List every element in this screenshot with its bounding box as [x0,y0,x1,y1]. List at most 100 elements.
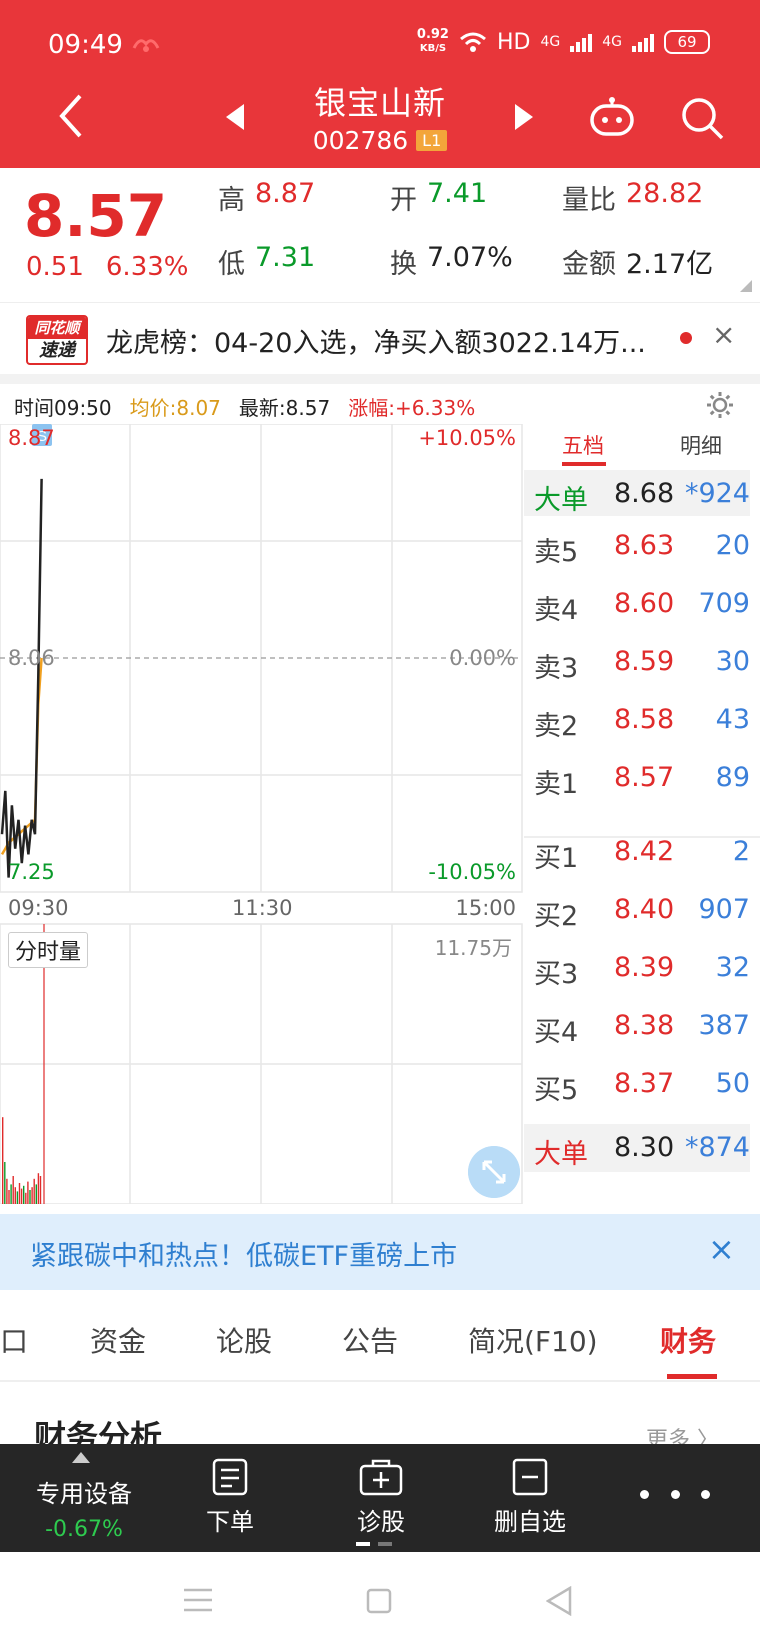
ask-row[interactable]: 卖5 8.63 20 [524,522,750,570]
place-order-button[interactable]: 下单 [190,1444,270,1552]
ask-row[interactable]: 卖4 8.60 709 [524,580,750,628]
next-stock-icon[interactable] [515,104,533,130]
ask-row[interactable]: 卖2 8.58 43 [524,696,750,744]
diagnose-button[interactable]: 诊股 [336,1444,426,1552]
wifi-icon [460,32,486,52]
tab-underline [562,462,606,466]
open-label: 开 [390,185,417,216]
tab-trade-detail[interactable]: 明细 [642,430,760,474]
tab-five-levels[interactable]: 五档 [524,430,642,474]
ask-volume: 43 [715,704,750,735]
big-order-bottom-row[interactable]: 大单 8.30 *874 [524,1124,750,1172]
bottom-toolbar: 专用设备 -0.67% 下单 诊股 删自选 [0,1444,760,1552]
intraday-chart[interactable]: S 8.87 8.06 7.25 +10.05% 0.00% -10.05% 0… [0,424,524,1204]
big-order-volume: *924 [684,478,750,509]
ask-label: 卖4 [534,595,579,626]
change-percent: 6.33% [105,252,189,282]
bid-row[interactable]: 买1 8.42 2 [524,828,750,876]
volume-bar [27,1181,29,1204]
signal-2: 4G [602,34,622,50]
bid-row[interactable]: 买2 8.40 907 [524,886,750,934]
low-label: 低 [218,249,245,280]
high-label: 高 [218,185,245,216]
stock-code: 002786 [312,126,409,155]
tab-finance[interactable]: 财务 [660,1320,716,1360]
tab-announcements[interactable]: 公告 [342,1320,398,1360]
ask-row[interactable]: 卖1 8.57 89 [524,754,750,802]
more-menu-icon[interactable] [640,1484,710,1504]
volume-bar [8,1190,10,1204]
ask-label: 卖1 [534,769,579,800]
volume-bar [12,1176,14,1204]
bid-volume: 387 [698,1010,750,1041]
sector-change: -0.67% [45,1517,123,1542]
volume-bar [16,1191,19,1204]
robot-icon[interactable] [588,96,636,138]
big-order-top-row[interactable]: 大单 8.68 *924 [524,470,750,516]
low-cell: 低 7.31 [218,242,315,281]
bid-row[interactable]: 买4 8.38 387 [524,1002,750,1050]
bid-label: 买3 [534,959,579,990]
menu-icon[interactable] [184,1588,212,1612]
chart-canvas[interactable]: S [0,424,524,1204]
news-text[interactable]: 龙虎榜：04-20入选，净买入额3022.14万... [106,321,646,360]
net-speed-unit: KB/S [419,43,447,54]
amount-value: 2.17亿 [626,249,714,280]
ask-row[interactable]: 卖3 8.59 30 [524,638,750,686]
big-order-label: 大单 [534,1139,588,1170]
stock-code-row: 002786 L1 [0,126,760,155]
bid-volume: 907 [698,894,750,925]
bid-label: 买5 [534,1075,579,1106]
y-top-label: 8.87 [8,426,55,450]
expand-corner-icon[interactable] [740,280,752,292]
remove-watchlist-button[interactable]: 删自选 [470,1444,590,1552]
promo-close-button[interactable]: × [708,1230,735,1268]
stock-name: 银宝山新 [313,84,446,122]
bid-volume: 32 [715,952,750,983]
big-order-volume: *874 [684,1132,750,1163]
news-ticker[interactable]: 同花顺 速递 龙虎榜：04-20入选，净买入额3022.14万... [0,302,760,374]
signal-icon [570,34,593,52]
toolbar-pager [356,1542,392,1546]
volume-bar [23,1185,25,1204]
bid-price: 8.38 [614,1010,675,1041]
fullscreen-expand-icon[interactable] [468,1146,520,1198]
dot [640,1489,649,1499]
change-row: 0.51 6.33% [26,252,189,282]
tab-discussion[interactable]: 论股 [216,1320,272,1360]
x-label-close: 15:00 [455,896,516,920]
dot [701,1489,710,1499]
bid-price: 8.42 [614,836,675,867]
bid-price: 8.37 [614,1068,675,1099]
promo-text[interactable]: 紧跟碳中和热点！低碳ETF重磅上市 [30,1234,457,1273]
high-value: 8.87 [255,178,316,209]
promo-banner[interactable]: 紧跟碳中和热点！低碳ETF重磅上市 × [0,1214,760,1290]
tab-funds[interactable]: 资金 [90,1320,146,1360]
level-badge[interactable]: L1 [416,130,448,151]
home-icon[interactable] [366,1588,392,1614]
order-icon [212,1458,248,1496]
settings-gear-icon[interactable] [704,389,736,421]
news-close-button[interactable]: × [712,318,735,351]
ask-label: 卖2 [534,711,579,742]
pager-dot-active [356,1542,370,1546]
tab-profile-f10[interactable]: 简况(F10) [468,1320,598,1360]
search-icon[interactable] [680,96,724,140]
net-speed: 0.92 KB/S [417,28,449,56]
bid-volume: 2 [732,836,750,867]
back-nav-icon[interactable] [546,1586,572,1616]
ask-price: 8.63 [614,530,675,561]
sector-button[interactable]: 专用设备 -0.67% [24,1444,144,1552]
bid-row[interactable]: 买5 8.37 50 [524,1060,750,1108]
news-logo-top: 同花顺 [28,317,86,339]
bid-label: 买4 [534,1017,579,1048]
volume-label-button[interactable]: 分时量 [8,932,89,968]
amount-cell: 金额 2.17亿 [562,242,713,281]
bid-row[interactable]: 买3 8.39 32 [524,944,750,992]
volume-bar [33,1178,35,1204]
volume-bar [35,1184,37,1204]
dot [670,1489,680,1499]
pct-mid-label: 0.00% [449,646,516,670]
ask-price: 8.60 [614,588,675,619]
tab-partial[interactable]: 口 [0,1320,28,1360]
